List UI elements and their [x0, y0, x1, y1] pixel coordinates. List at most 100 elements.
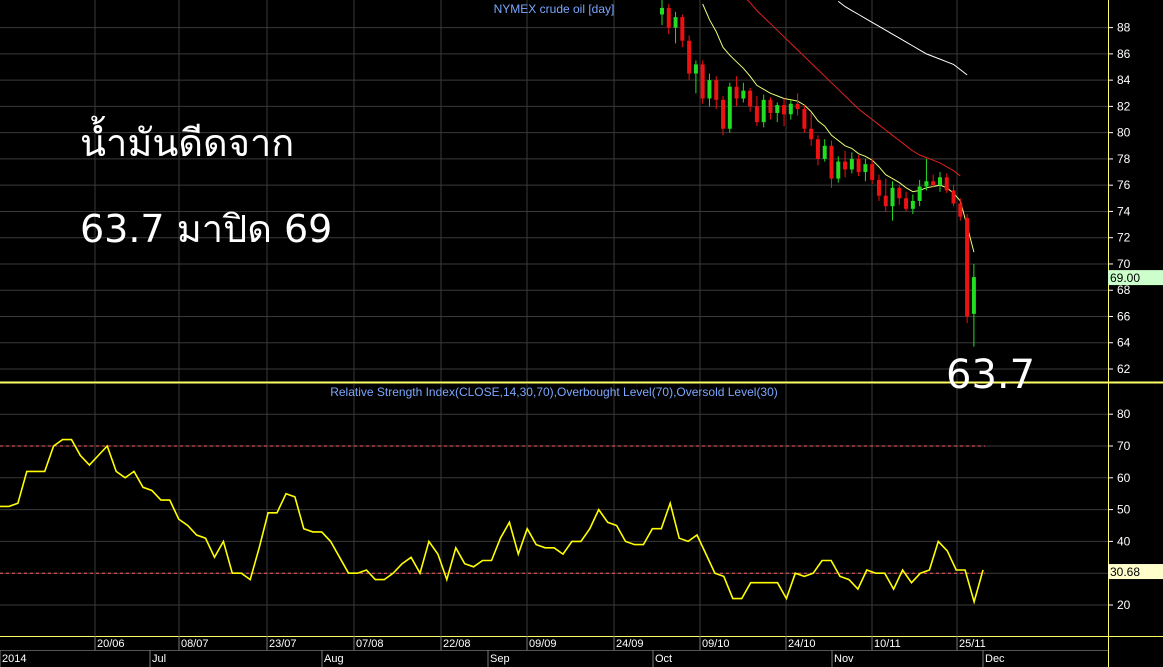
candle-body — [734, 86, 739, 99]
candle-body — [829, 145, 834, 179]
annotation-low-value: 63.7 — [946, 352, 1036, 398]
candle-body — [693, 64, 698, 74]
candle-body — [836, 161, 841, 179]
rsi-tick-label: 70 — [1117, 439, 1131, 453]
rsi-chart-title: Relative Strength Index(CLOSE,14,30,70),… — [330, 385, 778, 399]
rsi-last-value: 30.68 — [1110, 565, 1140, 579]
candle-body — [883, 195, 888, 207]
candle-body — [795, 103, 800, 110]
candle-body — [809, 128, 814, 140]
candle-body — [958, 203, 963, 217]
candle-body — [761, 99, 766, 123]
month-tick-label: Sep — [490, 653, 510, 665]
rsi-tick-label: 20 — [1117, 598, 1131, 612]
price-tick-label: 64 — [1117, 336, 1131, 350]
price-tick-label: 74 — [1117, 204, 1131, 218]
month-tick-label: Aug — [324, 653, 344, 665]
price-tick-label: 70 — [1117, 257, 1131, 271]
candle-body — [917, 186, 922, 201]
candle-body — [788, 103, 793, 115]
candle-body — [971, 277, 976, 314]
candle-body — [707, 80, 712, 99]
candle-body — [727, 86, 732, 129]
month-tick-label: Nov — [834, 653, 854, 665]
month-tick-label: Dec — [985, 653, 1005, 665]
month-tick-label: 2014 — [2, 653, 26, 665]
annotation-line-2: 63.7 มาปิด 69 — [80, 207, 333, 251]
candle-body — [843, 161, 848, 170]
candle-body — [890, 187, 895, 207]
date-tick-label: 24/09 — [616, 638, 644, 650]
candle-body — [741, 90, 746, 99]
date-tick-label: 08/07 — [181, 638, 209, 650]
candle-body — [876, 179, 881, 196]
candle-body — [931, 181, 936, 186]
candle-body — [815, 139, 820, 159]
candle-body — [937, 177, 942, 186]
candle-body — [951, 190, 956, 204]
candle-body — [849, 158, 854, 170]
price-tick-label: 84 — [1117, 73, 1131, 87]
price-tick-label: 88 — [1117, 21, 1131, 35]
price-chart-title: NYMEX crude oil [day] — [494, 2, 615, 16]
rsi-y-axis: 20304050607080 — [1108, 407, 1131, 612]
rsi-tick-label: 60 — [1117, 471, 1131, 485]
date-tick-label: 24/10 — [788, 638, 816, 650]
x-axis: 20/06 08/07 23/07 07/08 22/08 09/09 24/09 09/10… — [0, 636, 1005, 667]
candlesticks — [660, 0, 976, 347]
candle-body — [822, 145, 827, 159]
date-tick-label: 23/07 — [269, 638, 297, 650]
moving-average-line — [702, 3, 975, 253]
date-tick-label: 10/11 — [874, 638, 901, 650]
candle-body — [754, 106, 759, 123]
date-tick-label: 09/09 — [529, 638, 557, 650]
price-tick-label: 72 — [1117, 231, 1131, 245]
candle-body — [666, 7, 671, 28]
rsi-last-value-tag: 30.68 — [1108, 564, 1163, 580]
candle-body — [700, 64, 705, 99]
candle-body — [802, 109, 807, 129]
price-tick-label: 80 — [1117, 126, 1131, 140]
rsi-line — [0, 438, 984, 605]
price-tick-label: 78 — [1117, 152, 1131, 166]
stock-chart: NYMEX crude oil [day] Relative Strength … — [0, 0, 1163, 667]
candle-body — [782, 105, 787, 115]
date-tick-label: 20/06 — [97, 638, 125, 650]
price-y-axis: 62 64 66 68 70 72 74 76 78 80 82 84 86 88 — [1108, 21, 1131, 376]
chart-frame — [0, 0, 1163, 667]
candle-body — [897, 187, 902, 199]
candle-body — [680, 17, 685, 41]
rsi-tick-label: 50 — [1117, 503, 1131, 517]
price-tick-label: 68 — [1117, 283, 1131, 297]
rsi-line-group — [0, 438, 984, 605]
price-tick-label: 76 — [1117, 178, 1131, 192]
candle-body — [870, 164, 875, 180]
price-tick-label: 82 — [1117, 99, 1131, 113]
month-tick-label: Jul — [152, 653, 166, 665]
candle-body — [856, 158, 861, 173]
annotation-line-1: น้ำมันดีดจาก — [80, 121, 295, 165]
price-tick-label: 86 — [1117, 47, 1131, 61]
candle-body — [910, 200, 915, 209]
candle-body — [924, 181, 929, 187]
moving-average-line — [837, 1, 968, 76]
grid-lines — [0, 0, 1108, 636]
candle-body — [775, 105, 780, 113]
candle-body — [944, 177, 949, 191]
candle-body — [863, 164, 868, 173]
date-tick-label: 22/08 — [443, 638, 471, 650]
moving-average-lines — [702, 0, 975, 253]
candle-body — [687, 40, 692, 74]
price-tick-label: 62 — [1117, 362, 1131, 376]
candle-body — [768, 99, 773, 113]
date-tick-label: 25/11 — [959, 638, 986, 650]
candle-body — [748, 90, 753, 107]
candle-body — [965, 218, 970, 317]
date-tick-label: 07/08 — [356, 638, 384, 650]
candle-body — [660, 7, 664, 15]
rsi-tick-label: 40 — [1117, 534, 1131, 548]
price-last-value-tag: 69.00 — [1108, 270, 1163, 286]
date-tick-label: 09/10 — [702, 638, 730, 650]
candle-body — [673, 17, 678, 28]
candle-body — [904, 198, 909, 209]
